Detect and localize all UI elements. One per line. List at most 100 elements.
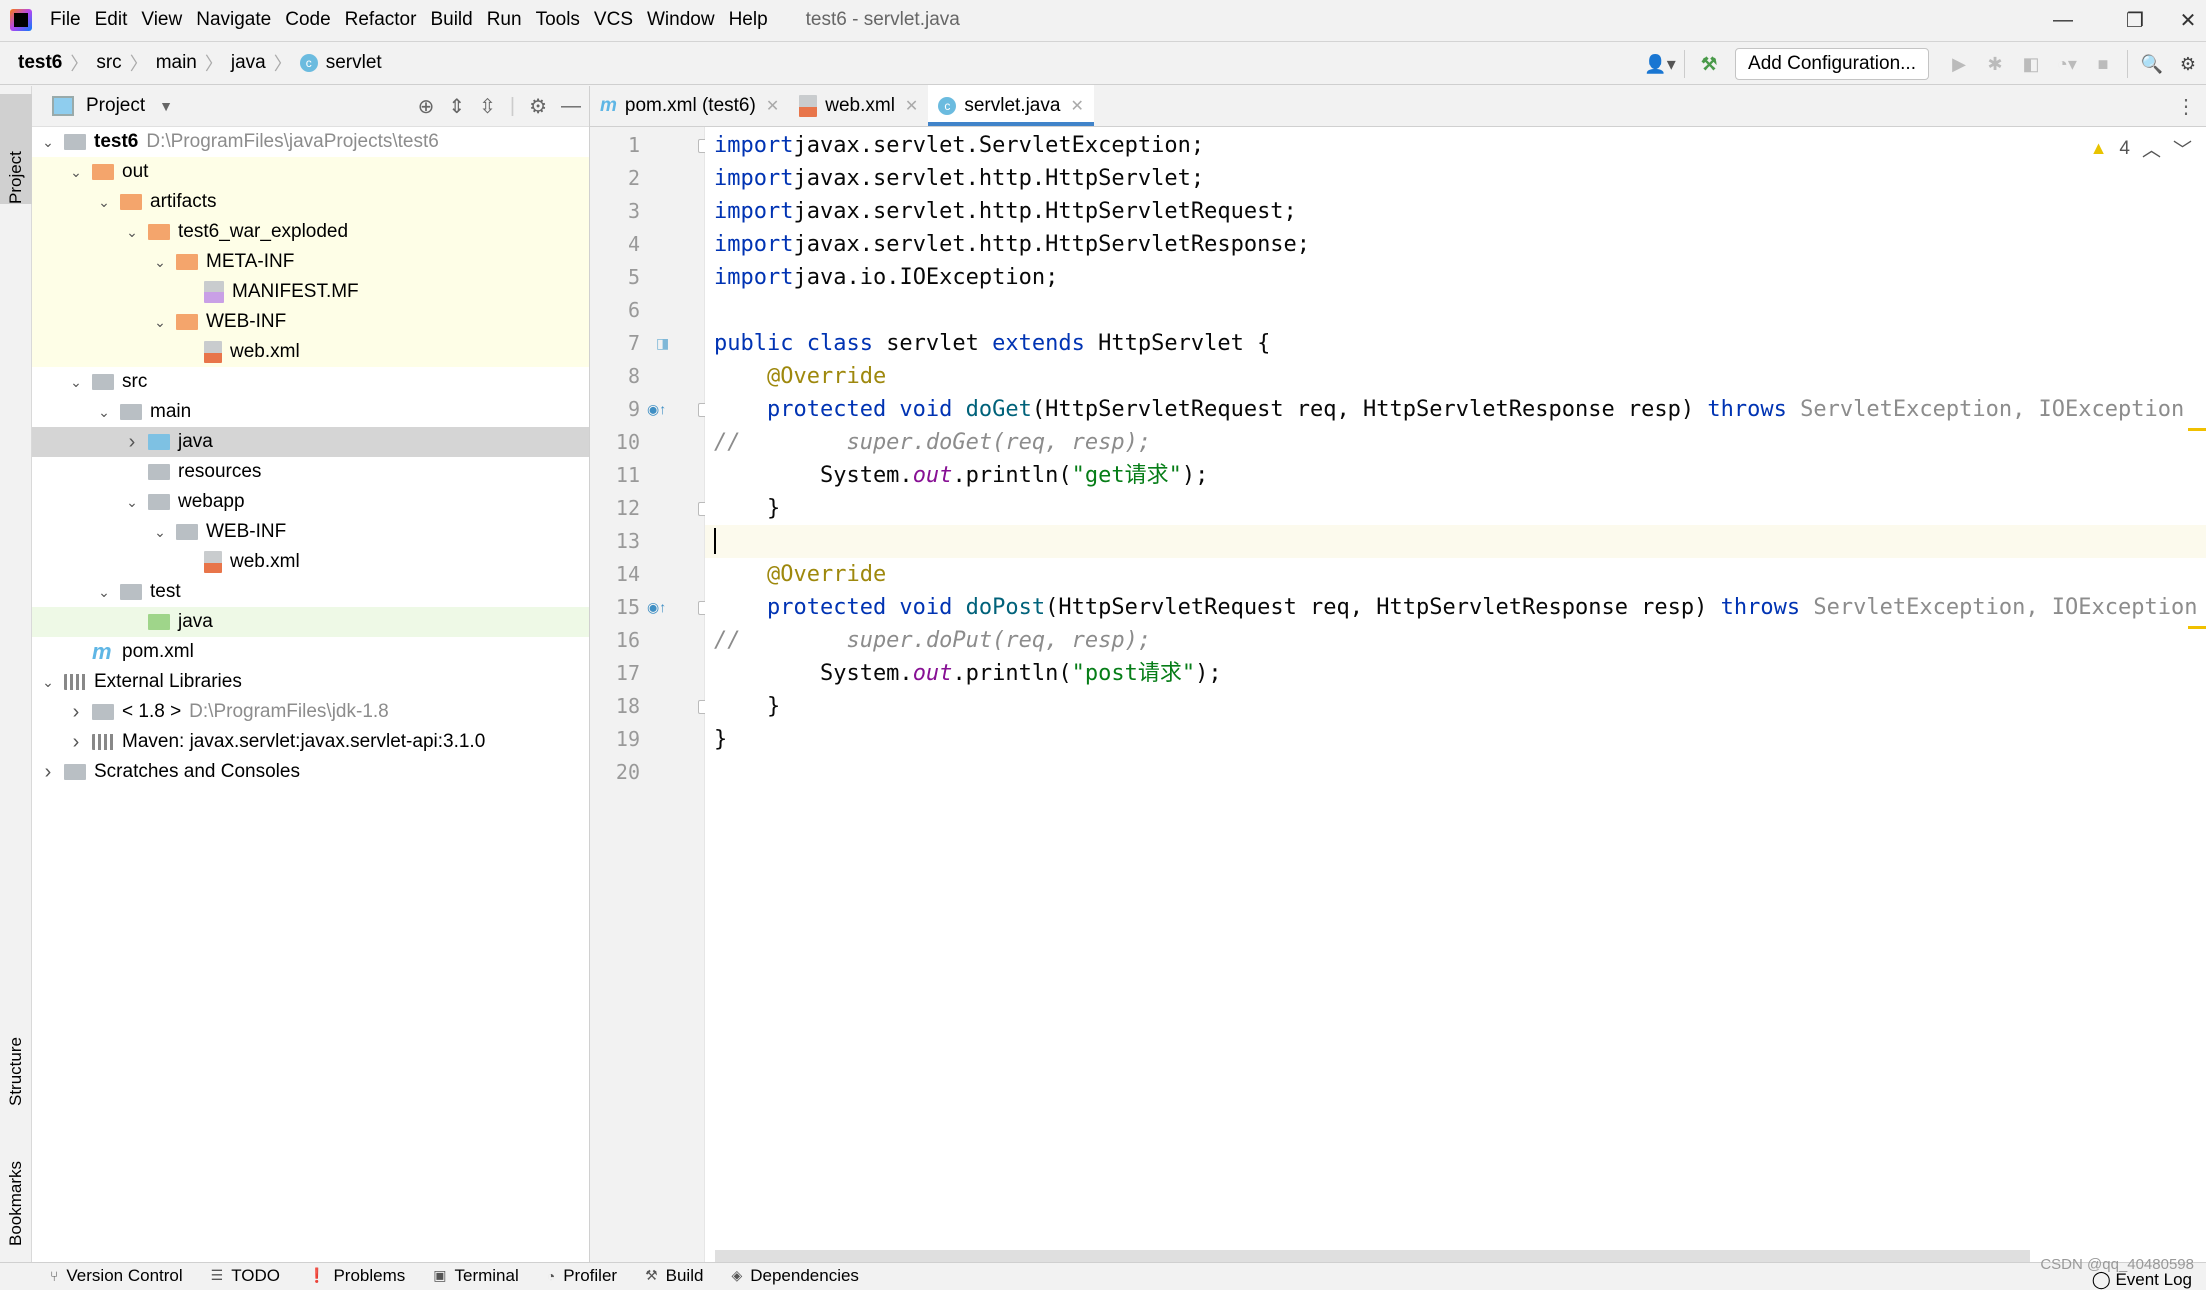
tree-item[interactable]: › < 1.8 > D:\ProgramFiles\jdk-1.8 [32,697,589,727]
close-tab-icon[interactable]: ✕ [766,96,779,116]
search-icon[interactable]: 🔍 [2134,46,2170,82]
stop-icon[interactable]: ■ [2085,46,2121,82]
warning-marker[interactable] [2188,428,2206,431]
build-tab[interactable]: ⚒ Build [645,1266,703,1286]
menu-code[interactable]: Code [285,9,330,31]
chevron-right-icon[interactable]: › [66,701,86,724]
bookmarks-tool-tab[interactable]: Bookmarks [0,1136,32,1246]
event-log-button[interactable]: ◯ Event Log [2092,1270,2192,1290]
chevron-down-icon[interactable]: ⌄ [150,254,170,271]
close-window-button[interactable]: ✕ [2170,0,2206,40]
chevron-down-icon[interactable]: ⌄ [66,164,86,181]
tree-item[interactable]: resources [32,457,589,487]
horizontal-scrollbar[interactable] [715,1250,2030,1262]
hide-panel-icon[interactable]: — [561,95,581,118]
tree-item[interactable]: ⌄ webapp [32,487,589,517]
tree-item[interactable]: ⌄ WEB-INF [32,517,589,547]
debug-icon[interactable]: ✱ [1977,46,2013,82]
chevron-right-icon[interactable]: › [38,761,58,784]
todo-tab[interactable]: ☰ TODO [211,1266,280,1286]
servlet-mapping-icon[interactable]: ◨ [656,335,669,352]
menu-file[interactable]: File [50,9,81,31]
tree-item[interactable]: ⌄ META-INF [32,247,589,277]
chevron-down-icon[interactable]: ⌄ [150,524,170,541]
expand-all-icon[interactable]: ⇕ [448,94,465,119]
menu-tools[interactable]: Tools [536,9,580,31]
project-view-selector[interactable]: Project [86,95,145,117]
menu-view[interactable]: View [141,9,182,31]
tree-item[interactable]: ⌄ out [32,157,589,187]
chevron-down-icon[interactable]: ⌄ [66,374,86,391]
tree-item[interactable]: ⌄ test6_war_exploded [32,217,589,247]
close-tab-icon[interactable]: ✕ [905,96,918,116]
gear-icon[interactable]: ⚙ [529,94,547,119]
tab-pom-xml[interactable]: m pom.xml (test6) ✕ [590,85,789,126]
code-editor[interactable]: ▲ 4 ︿ ﹀ importjavax.servlet.ServletExcep… [705,127,2206,1262]
tab-web-xml[interactable]: web.xml ✕ [789,85,928,126]
chevron-down-icon[interactable]: ▼ [159,98,173,114]
tree-item[interactable]: › java [32,427,589,457]
tree-item[interactable]: › Maven: javax.servlet:javax.servlet-api:… [32,727,589,757]
warning-marker[interactable] [2188,626,2206,629]
project-tool-tab[interactable]: Project [0,94,32,204]
breadcrumb-project[interactable]: test6 [18,52,62,74]
tree-item[interactable]: ⌄ main [32,397,589,427]
breadcrumb-main[interactable]: main [156,52,197,74]
version-control-tab[interactable]: ⑂ Version Control [50,1266,183,1286]
add-configuration-button[interactable]: Add Configuration... [1735,48,1929,80]
menu-navigate[interactable]: Navigate [196,9,271,31]
user-icon[interactable]: 👤▾ [1642,46,1678,82]
coverage-icon[interactable]: ◧ [2013,46,2049,82]
profiler-tab[interactable]: ◔ Profiler [547,1266,617,1286]
chevron-right-icon[interactable]: › [122,431,142,454]
run-icon[interactable]: ▶ [1941,46,1977,82]
inspection-widget[interactable]: ▲ 4 ︿ ﹀ [2090,135,2192,162]
structure-tool-tab[interactable]: Structure [0,996,32,1106]
menu-help[interactable]: Help [729,9,768,31]
chevron-down-icon[interactable]: ⌄ [94,194,114,211]
chevron-down-icon[interactable]: ⌄ [94,584,114,601]
menu-vcs[interactable]: VCS [594,9,633,31]
menu-window[interactable]: Window [647,9,715,31]
problems-tab[interactable]: ❗ Problems [308,1266,405,1286]
menu-build[interactable]: Build [430,9,472,31]
chevron-down-icon[interactable]: ⌄ [38,674,58,691]
minimize-button[interactable]: — [2033,0,2093,40]
tree-item[interactable]: ⌄ External Libraries [32,667,589,697]
tree-item[interactable]: ⌄ test [32,577,589,607]
menu-edit[interactable]: Edit [95,9,128,31]
collapse-all-icon[interactable]: ⇳ [479,94,496,119]
tree-item[interactable]: ⌄ WEB-INF [32,307,589,337]
breadcrumb-java[interactable]: java [231,52,266,74]
override-method-icon[interactable]: ◉↑ [647,599,666,616]
close-tab-icon[interactable]: ✕ [1070,96,1083,116]
dependencies-tab[interactable]: ◈ Dependencies [731,1266,858,1286]
breadcrumb-src[interactable]: src [96,52,121,74]
tab-servlet-java[interactable]: c servlet.java ✕ [928,85,1094,126]
chevron-down-icon[interactable]: ⌄ [94,404,114,421]
more-tabs-icon[interactable]: ⋮ [2176,94,2196,119]
tree-item[interactable]: web.xml [32,547,589,577]
chevron-down-icon[interactable]: ⌄ [122,494,142,511]
settings-icon[interactable]: ⚙ [2170,46,2206,82]
profile-icon[interactable]: ◔▾ [2049,46,2085,82]
chevron-down-icon[interactable]: ⌄ [150,314,170,331]
tree-item[interactable]: ⌄ src [32,367,589,397]
chevron-down-icon[interactable]: ⌄ [122,224,142,241]
menu-run[interactable]: Run [487,9,522,31]
chevron-right-icon[interactable]: › [66,731,86,754]
locate-file-icon[interactable]: ⊕ [418,94,435,119]
tree-item[interactable]: web.xml [32,337,589,367]
menu-refactor[interactable]: Refactor [345,9,417,31]
override-method-icon[interactable]: ◉↑ [647,401,666,418]
tree-item[interactable]: ⌄ test6 D:\ProgramFiles\javaProjects\test6 [32,127,589,157]
build-hammer-icon[interactable]: ⚒ [1691,46,1727,82]
previous-highlight-icon[interactable]: ︿ [2142,135,2161,162]
breadcrumb-servlet[interactable]: servlet [326,52,382,74]
tree-item[interactable]: java [32,607,589,637]
tree-item[interactable]: ⌄ artifacts [32,187,589,217]
restore-button[interactable]: ❐ [2105,0,2165,40]
next-highlight-icon[interactable]: ﹀ [2173,135,2192,162]
tree-item[interactable]: › Scratches and Consoles [32,757,589,787]
chevron-down-icon[interactable]: ⌄ [38,134,58,151]
